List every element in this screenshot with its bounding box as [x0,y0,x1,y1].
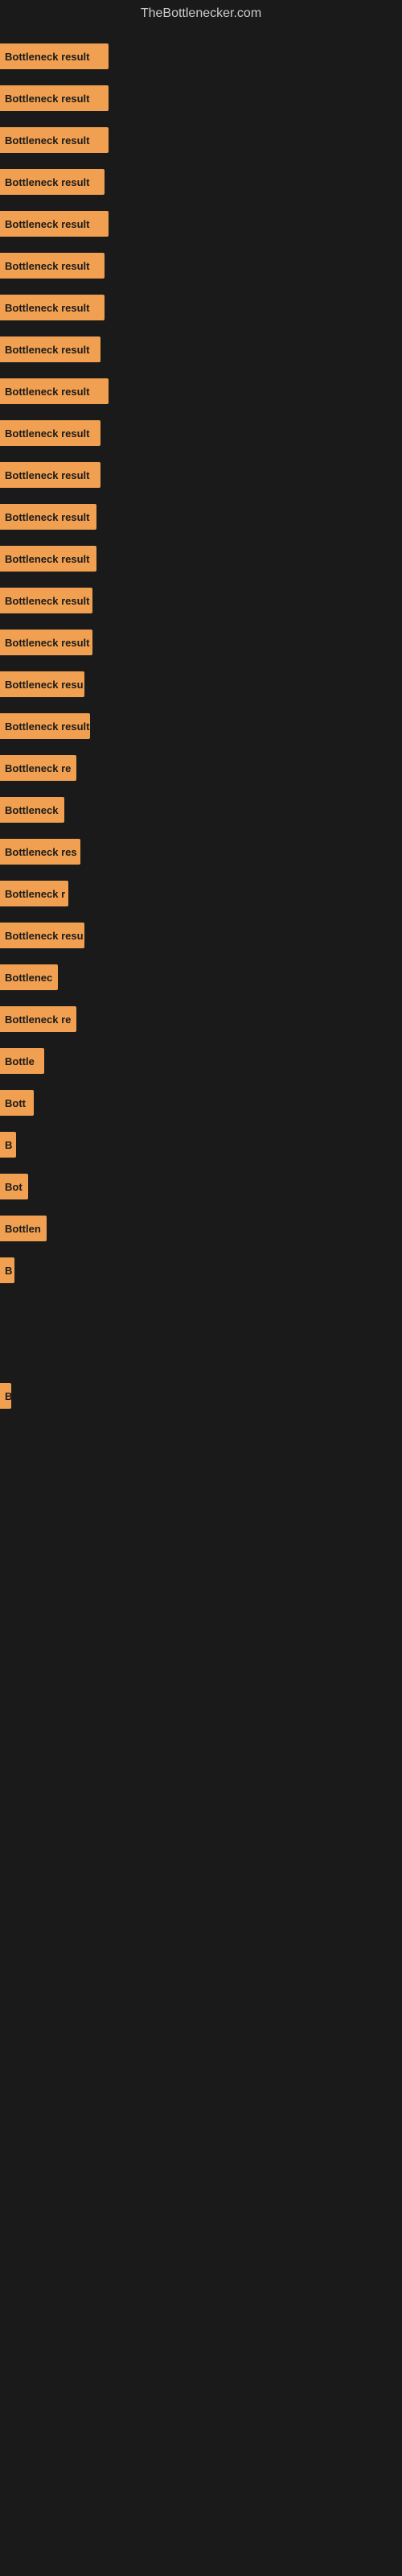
bar-row [0,1919,402,1961]
bottleneck-bar[interactable]: Bottleneck result [0,713,90,739]
bar-row: Bottleneck resu [0,914,402,956]
bar-row [0,1835,402,1877]
site-title: TheBottlenecker.com [0,0,402,27]
bar-row [0,2254,402,2296]
bar-row: B [0,1249,402,1291]
bottleneck-bar[interactable]: Bottleneck result [0,546,96,572]
bar-row: Bottle [0,1040,402,1082]
bar-row [0,1668,402,1710]
bar-row [0,2212,402,2254]
bottleneck-bar[interactable]: Bott [0,1090,34,1116]
bar-row: Bottleneck result [0,245,402,287]
bar-row: Bottleneck result [0,203,402,245]
bottleneck-bar[interactable]: B [0,1132,16,1158]
bar-row: Bottleneck result [0,77,402,119]
bottleneck-bar[interactable]: Bottleneck result [0,211,109,237]
bottleneck-bar[interactable]: Bot [0,1174,28,1199]
bar-row: Bottleneck result [0,496,402,538]
bar-row: Bottleneck result [0,370,402,412]
bottleneck-bar[interactable]: B [0,1383,11,1409]
bottleneck-bar[interactable]: B [0,1257,14,1283]
bar-row: Bottleneck result [0,538,402,580]
bottleneck-bar[interactable]: Bottleneck result [0,127,109,153]
bar-row [0,1459,402,1501]
bar-row: Bottleneck r [0,873,402,914]
bar-row: B [0,1124,402,1166]
bar-row: Bottleneck result [0,161,402,203]
bar-row: Bottleneck result [0,328,402,370]
bar-row [0,2045,402,2087]
bar-row [0,1961,402,2003]
bottleneck-bar[interactable]: Bottleneck result [0,85,109,111]
bottleneck-bar[interactable]: Bottleneck result [0,253,105,279]
bar-row: Bottlenec [0,956,402,998]
bar-row: Bott [0,1082,402,1124]
bar-row [0,1291,402,1333]
bottleneck-bar[interactable]: Bottleneck result [0,462,100,488]
bar-row [0,1752,402,1794]
bar-row: Bottleneck result [0,119,402,161]
bottleneck-bar[interactable]: Bottleneck result [0,588,92,613]
bar-row: Bottlen [0,1208,402,1249]
bar-row: Bot [0,1166,402,1208]
bar-row [0,2170,402,2212]
bar-row [0,2003,402,2045]
bar-row [0,2087,402,2128]
bar-row [0,1542,402,1584]
bar-row: Bottleneck [0,789,402,831]
bottleneck-bar[interactable]: Bottleneck result [0,504,96,530]
bar-row: Bottleneck result [0,621,402,663]
bar-row [0,1417,402,1459]
bar-row [0,2128,402,2170]
bar-row [0,1584,402,1626]
bottleneck-bar[interactable]: Bottleneck result [0,336,100,362]
bar-row [0,2421,402,2463]
bottleneck-bar[interactable]: Bottleneck r [0,881,68,906]
bottleneck-bar[interactable]: Bottleneck result [0,630,92,655]
bottleneck-bar[interactable]: Bottleneck result [0,295,105,320]
bottleneck-bar[interactable]: Bottleneck resu [0,671,84,697]
bottleneck-bar[interactable]: Bottlenec [0,964,58,990]
bar-row [0,1794,402,1835]
bar-row: Bottleneck res [0,831,402,873]
bar-row: Bottleneck result [0,580,402,621]
bottleneck-bar[interactable]: Bottleneck [0,797,64,823]
bottleneck-bar[interactable]: Bottleneck result [0,43,109,69]
bottleneck-bar[interactable]: Bottleneck re [0,755,76,781]
bottleneck-bar[interactable]: Bottlen [0,1216,47,1241]
bottleneck-bar[interactable]: Bottleneck resu [0,923,84,948]
bar-row [0,2296,402,2338]
bottleneck-bar[interactable]: Bottleneck result [0,169,105,195]
bar-row: Bottleneck re [0,998,402,1040]
bar-row: Bottleneck result [0,454,402,496]
bar-row: Bottleneck result [0,412,402,454]
bars-container: Bottleneck result Bottleneck result Bottle… [0,27,402,2555]
bottleneck-bar[interactable]: Bottleneck result [0,378,109,404]
bar-row [0,2505,402,2547]
bar-row: Bottleneck result [0,35,402,77]
bar-row: Bottleneck re [0,747,402,789]
bar-row [0,1877,402,1919]
bottleneck-bar[interactable]: Bottleneck re [0,1006,76,1032]
bottleneck-bar[interactable]: Bottle [0,1048,44,1074]
bar-row [0,1710,402,1752]
bottleneck-bar[interactable]: Bottleneck res [0,839,80,865]
bar-row [0,1501,402,1542]
bottleneck-bar[interactable]: Bottleneck result [0,420,100,446]
bar-row [0,1333,402,1375]
bar-row [0,2463,402,2505]
bar-row [0,1626,402,1668]
bar-row [0,2380,402,2421]
bar-row: Bottleneck result [0,287,402,328]
bar-row: B [0,1375,402,1417]
bar-row: Bottleneck resu [0,663,402,705]
bar-row [0,2338,402,2380]
bar-row: Bottleneck result [0,705,402,747]
